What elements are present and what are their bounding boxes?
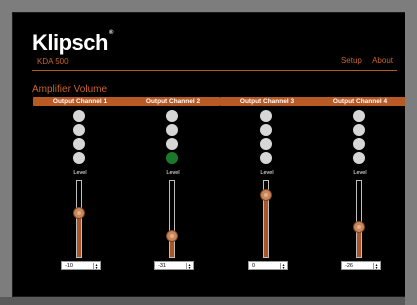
led-indicator bbox=[166, 110, 178, 122]
volume-value: -10 bbox=[65, 263, 73, 269]
led-indicator bbox=[353, 110, 365, 122]
led-indicator bbox=[73, 124, 85, 136]
right-border bbox=[405, 0, 417, 305]
led-indicator bbox=[260, 110, 272, 122]
led-indicator bbox=[353, 124, 365, 136]
volume-value-input[interactable]: -31 ▴ ▾ bbox=[154, 261, 194, 270]
klipsch-logo: Klipsch® bbox=[32, 30, 113, 56]
channel-1: Output Channel 1 Level -10 ▴ ▾ bbox=[33, 97, 127, 273]
led-indicator bbox=[260, 138, 272, 150]
volume-value-input[interactable]: -26 ▴ ▾ bbox=[341, 261, 381, 270]
model-label: KDA 500 bbox=[37, 57, 69, 66]
header-divider bbox=[32, 70, 397, 71]
slider-handle[interactable] bbox=[260, 189, 272, 201]
led-indicator bbox=[73, 138, 85, 150]
volume-value-input[interactable]: 0 ▴ ▾ bbox=[248, 261, 288, 270]
led-indicator bbox=[166, 124, 178, 136]
channel-2: Output Channel 2 Level -31 ▴ ▾ bbox=[126, 97, 220, 273]
brand-name: Klipsch bbox=[32, 30, 108, 55]
volume-value-input[interactable]: -10 ▴ ▾ bbox=[61, 261, 101, 270]
spinner-arrows-icon[interactable]: ▴ ▾ bbox=[280, 263, 286, 270]
volume-value: 0 bbox=[252, 263, 256, 269]
channel-header: Output Channel 1 bbox=[33, 97, 127, 106]
spinner-arrows-icon[interactable]: ▴ ▾ bbox=[186, 263, 192, 270]
channel-header: Output Channel 4 bbox=[313, 97, 407, 106]
slider-handle[interactable] bbox=[73, 207, 85, 219]
volume-slider[interactable] bbox=[260, 180, 272, 258]
nav-about-link[interactable]: About bbox=[372, 56, 393, 65]
led-indicator bbox=[166, 152, 178, 164]
led-indicator bbox=[260, 124, 272, 136]
slider-handle[interactable] bbox=[353, 221, 365, 233]
top-nav: Setup About bbox=[333, 56, 393, 65]
channel-header: Output Channel 2 bbox=[126, 97, 220, 106]
volume-fill bbox=[77, 213, 81, 257]
level-label: Level bbox=[260, 170, 274, 176]
level-label: Level bbox=[73, 170, 87, 176]
led-indicator bbox=[73, 152, 85, 164]
led-indicator bbox=[353, 138, 365, 150]
channel-3: Output Channel 3 Level 0 ▴ ▾ bbox=[220, 97, 314, 273]
led-indicator bbox=[73, 110, 85, 122]
channel-header: Output Channel 3 bbox=[220, 97, 314, 106]
volume-fill bbox=[264, 195, 268, 257]
bottom-border bbox=[0, 297, 417, 305]
volume-value: -26 bbox=[345, 263, 353, 269]
level-label: Level bbox=[353, 170, 367, 176]
nav-setup-link[interactable]: Setup bbox=[341, 56, 362, 65]
level-label: Level bbox=[166, 170, 180, 176]
spinner-arrows-icon[interactable]: ▴ ▾ bbox=[373, 263, 379, 270]
channel-4: Output Channel 4 Level -26 ▴ ▾ bbox=[313, 97, 407, 273]
led-indicator bbox=[166, 138, 178, 150]
led-indicator bbox=[260, 152, 272, 164]
volume-slider[interactable] bbox=[353, 180, 365, 258]
section-title: Amplifier Volume bbox=[32, 84, 108, 95]
led-indicator bbox=[353, 152, 365, 164]
spinner-arrows-icon[interactable]: ▴ ▾ bbox=[93, 263, 99, 270]
volume-slider[interactable] bbox=[73, 180, 85, 258]
volume-value: -31 bbox=[158, 263, 166, 269]
registered-mark: ® bbox=[108, 30, 113, 36]
slider-handle[interactable] bbox=[166, 230, 178, 242]
volume-slider[interactable] bbox=[166, 180, 178, 258]
